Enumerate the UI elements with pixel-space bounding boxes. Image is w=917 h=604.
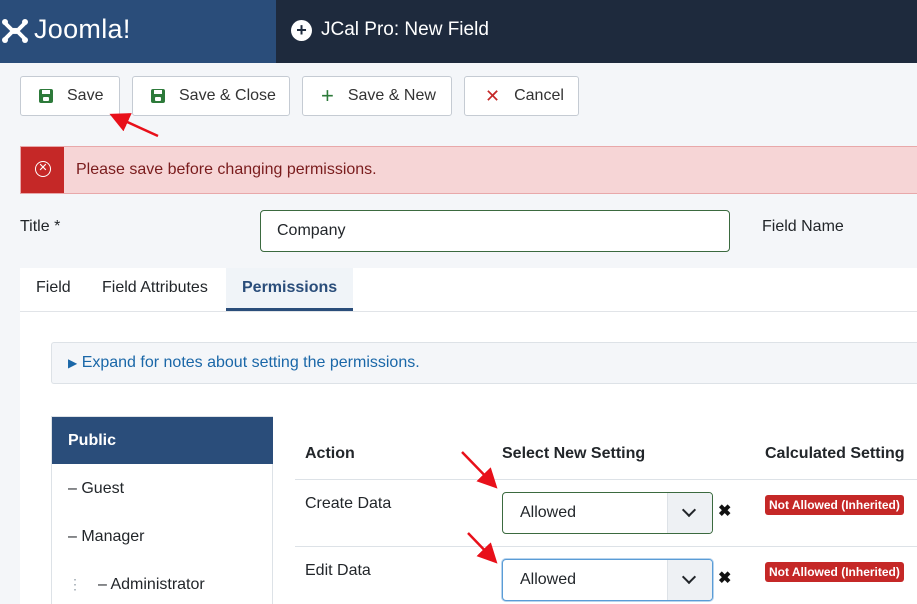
column-header-action: Action (305, 445, 355, 462)
notes-expander[interactable]: ▶ Expand for notes about setting the per… (51, 342, 917, 384)
field-name-label: Field Name (762, 218, 844, 235)
cancel-button[interactable]: ✕ Cancel (464, 76, 579, 116)
tab-field[interactable]: Field (20, 268, 87, 311)
title-label: Title * (20, 218, 61, 235)
row-divider (295, 546, 917, 547)
column-header-calculated-setting: Calculated Setting (765, 445, 905, 462)
error-alert: ✕ Please save before changing permission… (20, 146, 917, 194)
group-item-administrator[interactable]: ⋮ – Administrator (52, 561, 273, 604)
triangle-right-icon: ▶ (68, 356, 78, 370)
notes-expander-text: ▶ Expand for notes about setting the per… (68, 354, 420, 372)
title-input[interactable]: Company (260, 210, 730, 252)
save-close-button[interactable]: Save & Close (132, 76, 290, 116)
select-value: Allowed (520, 571, 577, 588)
alert-message: Please save before changing permissions. (76, 161, 377, 178)
select-value: Allowed (520, 504, 577, 521)
chevron-down-icon (681, 569, 697, 585)
alert-icon-area: ✕ (21, 147, 64, 193)
joomla-logo-icon (2, 19, 28, 43)
tab-permissions[interactable]: Permissions (226, 268, 354, 311)
clear-icon[interactable]: ✖ (718, 501, 731, 521)
user-group-list: Public – Guest – Manager ⋮ – Administrato… (51, 416, 273, 604)
app-header: Joomla! + JCal Pro: New Field (0, 0, 917, 63)
group-item-manager[interactable]: – Manager (52, 513, 273, 560)
group-item-administrator-label: – Administrator (98, 576, 205, 593)
brand-area[interactable]: Joomla! (0, 0, 276, 63)
tree-dots-icon: ⋮ (68, 576, 82, 592)
select-toggle[interactable] (667, 493, 712, 533)
close-icon: ✕ (485, 86, 501, 106)
group-item-guest[interactable]: – Guest (52, 465, 273, 512)
clear-icon[interactable]: ✖ (718, 568, 731, 588)
permissions-panel: ▶ Expand for notes about setting the per… (20, 312, 917, 604)
create-data-setting-select[interactable]: Allowed (502, 492, 713, 534)
page-title: JCal Pro: New Field (321, 19, 489, 40)
select-toggle[interactable] (667, 560, 712, 600)
page-title-wrap: + JCal Pro: New Field (291, 19, 489, 41)
notes-expander-label: Expand for notes about setting the permi… (81, 354, 420, 371)
calculated-status-badge: Not Allowed (Inherited) (765, 562, 904, 582)
save-button-label: Save (67, 87, 104, 104)
edit-data-setting-select[interactable]: Allowed (502, 559, 713, 601)
action-create-data: Create Data (305, 495, 392, 512)
chevron-down-icon (681, 502, 697, 518)
cancel-button-label: Cancel (514, 87, 564, 104)
plus-icon: + (321, 83, 334, 108)
action-edit-data: Edit Data (305, 562, 371, 579)
plus-circle-icon: + (291, 19, 312, 41)
floppy-disk-icon (39, 89, 53, 103)
save-new-button-label: Save & New (347, 87, 436, 104)
row-divider (295, 479, 917, 480)
save-button[interactable]: Save (20, 76, 120, 116)
logo-text: Joomla! (34, 14, 131, 44)
tab-bar: Field Field Attributes Permissions (20, 268, 917, 312)
column-header-select-new-setting: Select New Setting (502, 445, 646, 462)
save-close-button-label: Save & Close (179, 87, 276, 104)
tab-field-attributes[interactable]: Field Attributes (86, 268, 224, 311)
save-new-button[interactable]: + Save & New (302, 76, 452, 116)
calculated-status-badge: Not Allowed (Inherited) (765, 495, 904, 515)
group-item-public[interactable]: Public (52, 417, 273, 464)
toolbar: Save Save & Close + Save & New ✕ Cancel (0, 63, 917, 131)
floppy-disk-icon (151, 89, 165, 103)
error-circle-icon: ✕ (35, 161, 51, 177)
